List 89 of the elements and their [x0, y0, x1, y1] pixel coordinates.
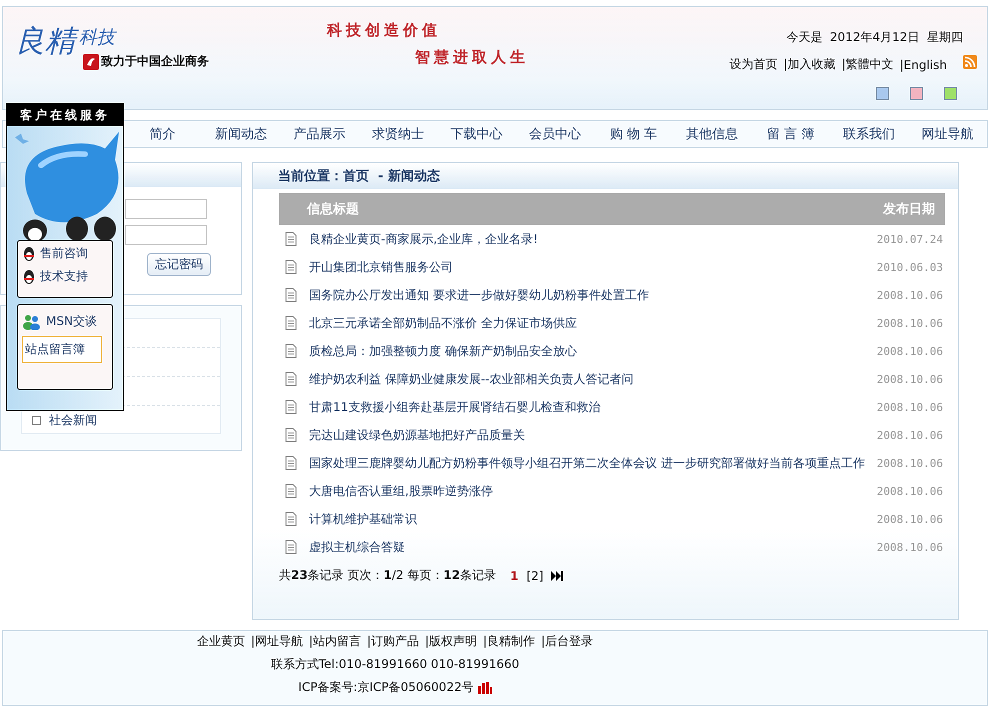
- date-cell: 2010.06.03: [876, 260, 943, 274]
- page-link[interactable]: 1: [510, 568, 518, 582]
- news-link[interactable]: 国务院办公厅发出通知 要求进一步做好婴幼儿奶粉事件处置工作: [309, 286, 877, 304]
- theme-swatch[interactable]: [910, 87, 923, 100]
- news-link[interactable]: 计算机维护基础常识: [309, 510, 877, 528]
- header-link[interactable]: 设为首页: [730, 56, 778, 73]
- document-icon: [285, 456, 297, 470]
- news-link[interactable]: 北京三元承诺全部奶制品不涨价 全力保证市场供应: [309, 314, 877, 332]
- date-cell: 2008.10.06: [876, 372, 943, 386]
- logo-subtitle: 科技: [79, 26, 115, 49]
- document-icon: [285, 288, 297, 302]
- msn-chat-link[interactable]: MSN交谈: [22, 313, 112, 330]
- icp-text: ICP备案号:京ICP备05060022号: [298, 679, 474, 696]
- footer-link[interactable]: |站内留言: [308, 633, 361, 650]
- footer-link[interactable]: 企业黄页: [196, 633, 245, 650]
- panel-title: 客户在线服务: [7, 104, 123, 126]
- header-link[interactable]: |加入收藏: [784, 56, 836, 73]
- date-cell: 2008.10.06: [876, 456, 943, 470]
- date-cell: 2008.10.06: [876, 400, 943, 414]
- nav-link[interactable]: 留 言 簿: [751, 125, 830, 143]
- news-link[interactable]: 甘肃11支救援小组奔赴基层开展肾结石婴儿检查和救治: [309, 398, 877, 416]
- input-field[interactable]: [125, 199, 207, 219]
- document-icon: [285, 260, 297, 274]
- page-link[interactable]: [2]: [526, 568, 544, 582]
- document-icon: [285, 540, 297, 554]
- forgot-password-button[interactable]: 忘记密码: [147, 253, 211, 276]
- document-icon: [285, 512, 297, 526]
- document-icon: [285, 232, 297, 246]
- category-link[interactable]: 社会新闻: [49, 412, 97, 429]
- nav-link[interactable]: 简介: [123, 125, 202, 143]
- document-icon: [285, 344, 297, 358]
- nav-link[interactable]: 下载中心: [437, 125, 516, 143]
- footer-link[interactable]: |版权声明: [425, 633, 478, 650]
- theme-swatch[interactable]: [944, 87, 957, 100]
- rss-icon[interactable]: [963, 54, 977, 68]
- date-cell: 2008.10.06: [876, 428, 943, 442]
- news-link[interactable]: 质检总局：加强整顿力度 确保新产奶制品安全放心: [309, 342, 877, 360]
- date-cell: 2008.10.06: [876, 484, 943, 498]
- last-page-icon[interactable]: [551, 570, 564, 580]
- news-link[interactable]: 完达山建设绿色奶源基地把好产品质量关: [309, 426, 877, 444]
- date-cell: 2008.10.06: [876, 344, 943, 358]
- logo-tagline: 致力于中国企业商务: [101, 53, 209, 70]
- slogan-text: 智慧进取人生: [415, 48, 530, 67]
- breadcrumb: 当前位置：首页 - 新闻动态: [278, 168, 440, 185]
- news-link[interactable]: 国家处理三鹿牌婴幼儿配方奶粉事件领导小组召开第二次全体会议 进一步研究部署做好当前各项重点工作: [309, 454, 877, 472]
- people-icon: [22, 314, 42, 330]
- guestbook-link[interactable]: 站点留言簿: [22, 336, 102, 363]
- footer-link[interactable]: |后台登录: [541, 633, 594, 650]
- logo-mark-icon: [83, 54, 99, 70]
- news-link[interactable]: 开山集团北京销售服务公司: [309, 258, 877, 276]
- qq-contact-link[interactable]: 售前咨询: [22, 245, 112, 262]
- footer-link[interactable]: |订购产品: [366, 633, 419, 650]
- stats-icon[interactable]: [478, 682, 492, 694]
- column-header: 信息标题: [307, 201, 359, 218]
- header-link[interactable]: |繁體中文: [842, 56, 894, 73]
- nav-link[interactable]: 求贤纳士: [358, 125, 438, 143]
- nav-link[interactable]: 购 物 车: [594, 125, 673, 143]
- news-link[interactable]: 虚拟主机综合答疑: [309, 538, 877, 556]
- document-icon: [285, 400, 297, 414]
- footer-link[interactable]: |网址导航: [250, 633, 303, 650]
- footer-link[interactable]: |良精制作: [483, 633, 536, 650]
- nav-link[interactable]: 网址导航: [908, 125, 988, 143]
- theme-swatch[interactable]: [876, 87, 889, 100]
- nav-link[interactable]: 产品展示: [280, 125, 359, 143]
- date-cell: 2008.10.06: [876, 540, 943, 554]
- news-link[interactable]: 维护奶农利益 保障奶业健康发展--农业部相关负责人答记者问: [309, 370, 877, 388]
- nav-link[interactable]: 联系我们: [830, 125, 908, 143]
- document-icon: [285, 428, 297, 442]
- document-icon: [285, 316, 297, 330]
- document-icon: [285, 372, 297, 386]
- date-text: 今天是 2012年4月12日 星期四: [786, 29, 963, 46]
- date-cell: 2008.10.06: [876, 288, 943, 302]
- bullet-icon: [32, 416, 41, 425]
- header-link[interactable]: |English: [900, 58, 947, 72]
- date-cell: 2008.10.06: [876, 316, 943, 330]
- record-summary: 共23条记录 页次：1/2 每页：12条记录: [279, 567, 496, 584]
- contact-text: 联系方式Tel:010-81991660 010-81991660: [270, 656, 520, 673]
- news-link[interactable]: 良精企业黄页-商家展示,企业库，企业名录!: [309, 230, 877, 248]
- input-field[interactable]: [125, 225, 207, 245]
- date-cell: 2008.10.06: [876, 512, 943, 526]
- news-link[interactable]: 大唐电信否认重组,股票昨逆势涨停: [309, 482, 877, 500]
- nav-link[interactable]: 新闻动态: [202, 125, 280, 143]
- qq-contact-link[interactable]: 技术支持: [22, 268, 112, 285]
- date-cell: 2010.07.24: [876, 232, 943, 246]
- nav-link[interactable]: 其他信息: [672, 125, 752, 143]
- slogan-text: 科技创造价值: [327, 21, 442, 40]
- nav-link[interactable]: 会员中心: [516, 125, 594, 143]
- column-header: 发布日期: [883, 201, 935, 218]
- document-icon: [285, 484, 297, 498]
